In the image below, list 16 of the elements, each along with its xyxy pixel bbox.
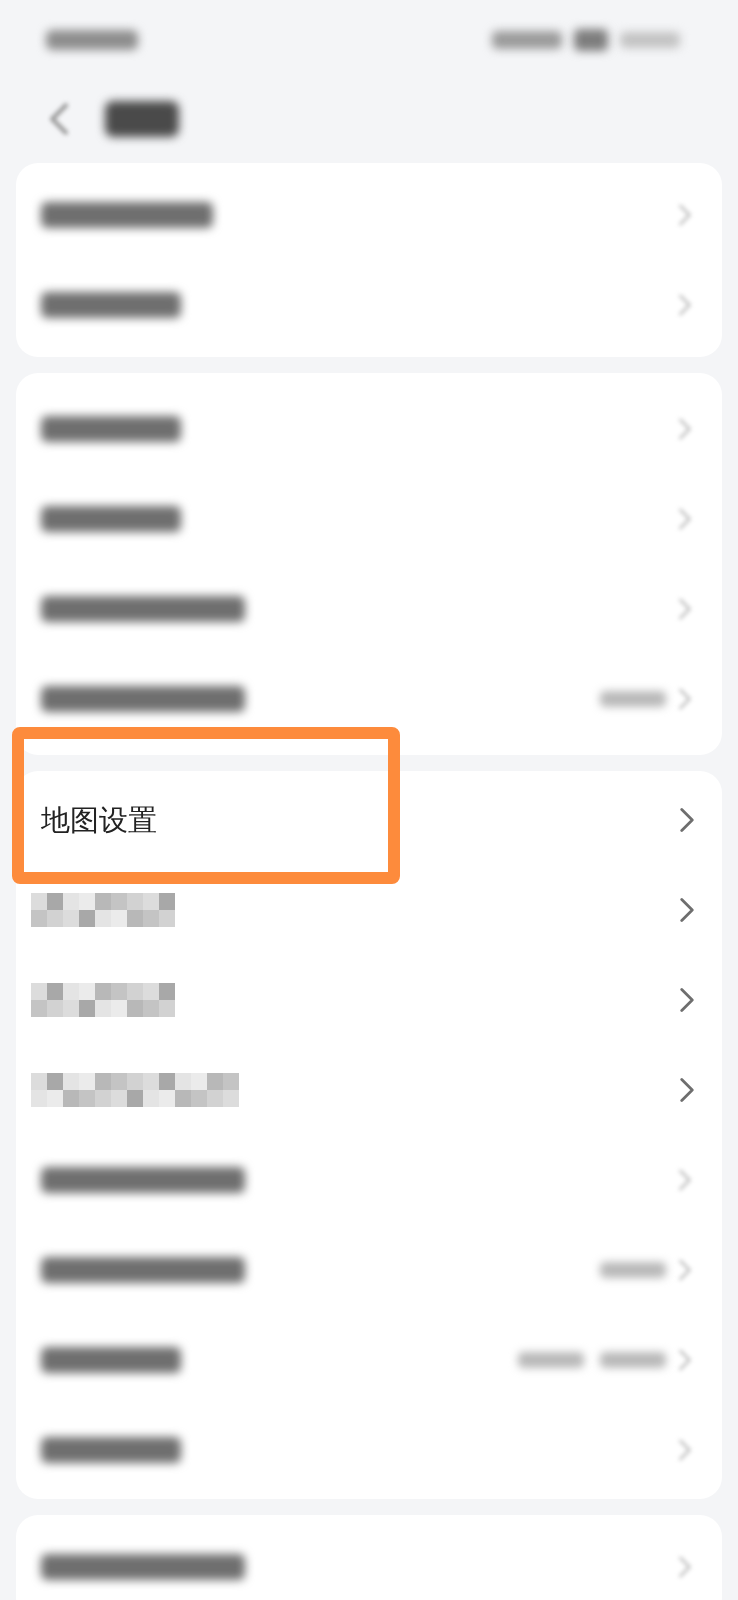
blurred-chevron-icon: [676, 1436, 694, 1464]
chevron-right-icon: [680, 987, 694, 1013]
blurred-chevron-icon: [676, 505, 694, 533]
chevron-right-icon: [680, 807, 694, 833]
blurred-chevron-icon: [676, 291, 694, 319]
blurred-chevron-icon: [676, 685, 694, 713]
blurred-chevron-icon: [676, 1553, 694, 1581]
blurred-chevron-icon: [676, 201, 694, 229]
blurred-chevron-icon: [676, 1346, 694, 1374]
blurred-chevron-icon: [676, 1166, 694, 1194]
chevron-right-icon: [680, 897, 694, 923]
chevron-right-icon: [680, 1077, 694, 1103]
blurred-chevron-icon: [676, 415, 694, 443]
blurred-chevron-icon: [676, 595, 694, 623]
menu-item-label[interactable]: 地图设置: [41, 805, 157, 835]
blurred-chevron-icon: [676, 1256, 694, 1284]
